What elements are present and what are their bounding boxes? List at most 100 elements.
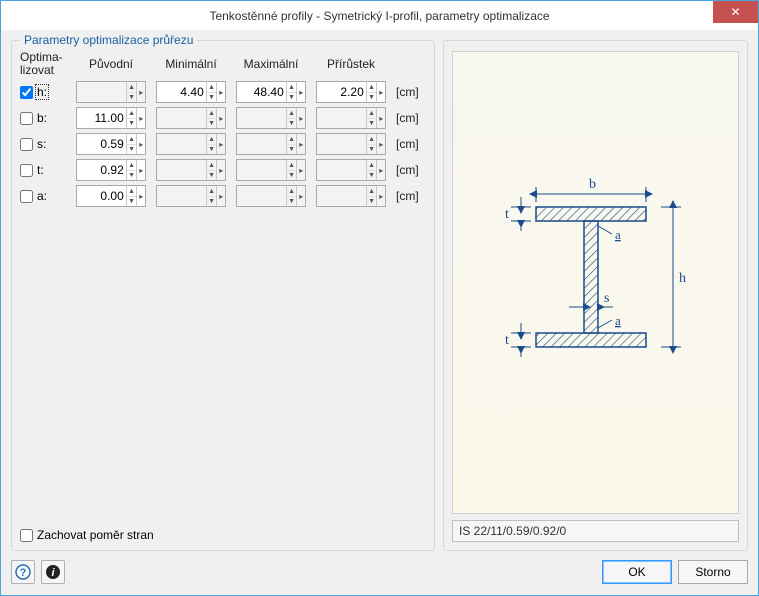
chevron-up-icon[interactable]: ▲	[127, 160, 137, 171]
chevron-up-icon[interactable]: ▲	[207, 82, 217, 93]
chevron-down-icon: ▼	[287, 197, 297, 207]
chevron-down-icon: ▼	[367, 119, 377, 129]
help-button[interactable]: ?	[11, 560, 35, 584]
max-t: ▲ ▼ ▸	[236, 159, 306, 181]
cancel-button[interactable]: Storno	[678, 560, 748, 584]
min-h[interactable]: ▲ ▼ ▸	[156, 81, 226, 103]
step-h-input[interactable]	[317, 82, 366, 102]
original-t-side-button[interactable]: ▸	[136, 160, 145, 180]
max-h-input[interactable]	[237, 82, 286, 102]
original-b-side-button[interactable]: ▸	[136, 108, 145, 128]
checkbox-t[interactable]	[20, 164, 33, 177]
step-s: ▲ ▼ ▸	[316, 133, 386, 155]
original-s-input[interactable]	[77, 134, 126, 154]
max-b-spinner: ▲ ▼	[286, 108, 297, 128]
param-check-a: a:	[20, 189, 66, 203]
original-t-input[interactable]	[77, 160, 126, 180]
params-grid: Optima- lizovat Původní Minimální Maximá…	[20, 51, 426, 207]
chevron-up-icon[interactable]: ▲	[287, 82, 297, 93]
label-a: a:	[36, 189, 48, 203]
max-t-spinner: ▲ ▼	[286, 160, 297, 180]
max-b-input	[237, 108, 286, 128]
client-area: Parametry optimalizace průřezu Optima- l…	[1, 30, 758, 595]
ok-button[interactable]: OK	[602, 560, 672, 584]
step-a: ▲ ▼ ▸	[316, 185, 386, 207]
original-b-spinner[interactable]: ▲ ▼	[126, 108, 137, 128]
unit-h: [cm]	[396, 85, 426, 99]
original-a-side-button[interactable]: ▸	[136, 186, 145, 206]
checkbox-a[interactable]	[20, 190, 33, 203]
chevron-up-icon[interactable]: ▲	[127, 108, 137, 119]
min-t-spinner: ▲ ▼	[206, 160, 217, 180]
min-s-input	[157, 134, 206, 154]
params-panel: Parametry optimalizace průřezu Optima- l…	[11, 40, 435, 551]
max-h[interactable]: ▲ ▼ ▸	[236, 81, 306, 103]
min-h-spinner[interactable]: ▲ ▼	[206, 82, 217, 102]
chevron-down-icon[interactable]: ▼	[127, 171, 137, 181]
diagram-area: b h t	[452, 51, 739, 514]
checkbox-s[interactable]	[20, 138, 33, 151]
chevron-down-icon[interactable]: ▼	[127, 197, 137, 207]
chevron-up-icon: ▲	[207, 160, 217, 171]
close-icon: ✕	[730, 5, 740, 19]
original-a-spinner[interactable]: ▲ ▼	[126, 186, 137, 206]
step-h-side-button[interactable]: ▸	[376, 82, 385, 102]
original-t-spinner[interactable]: ▲ ▼	[126, 160, 137, 180]
original-a-input[interactable]	[77, 186, 126, 206]
param-check-h: h:	[20, 85, 66, 99]
step-h[interactable]: ▲ ▼ ▸	[316, 81, 386, 103]
original-t[interactable]: ▲ ▼ ▸	[76, 159, 146, 181]
label-h: h:	[36, 85, 48, 99]
checkbox-b[interactable]	[20, 112, 33, 125]
chevron-up-icon[interactable]: ▲	[127, 186, 137, 197]
chevron-up-icon: ▲	[367, 108, 377, 119]
chevron-up-icon: ▲	[287, 160, 297, 171]
original-h: ▲ ▼ ▸	[76, 81, 146, 103]
chevron-down-icon: ▼	[367, 197, 377, 207]
min-s: ▲ ▼ ▸	[156, 133, 226, 155]
chevron-up-icon[interactable]: ▲	[127, 134, 137, 145]
max-h-spinner[interactable]: ▲ ▼	[286, 82, 297, 102]
original-s[interactable]: ▲ ▼ ▸	[76, 133, 146, 155]
checkbox-h[interactable]	[20, 86, 33, 99]
max-a-input	[237, 186, 286, 206]
step-h-spinner[interactable]: ▲ ▼	[366, 82, 377, 102]
params-legend: Parametry optimalizace průřezu	[20, 33, 197, 47]
original-s-side-button[interactable]: ▸	[136, 134, 145, 154]
min-h-side-button[interactable]: ▸	[216, 82, 225, 102]
titlebar: Tenkostěnné profily - Symetrický I-profi…	[1, 1, 758, 30]
col-header-original: Původní	[76, 57, 146, 71]
chevron-down-icon[interactable]: ▼	[367, 93, 377, 103]
dim-label-a-bot: a	[615, 313, 621, 328]
original-s-spinner[interactable]: ▲ ▼	[126, 134, 137, 154]
info-button[interactable]: i	[41, 560, 65, 584]
min-s-spinner: ▲ ▼	[206, 134, 217, 154]
chevron-down-icon[interactable]: ▼	[127, 145, 137, 155]
window-title: Tenkostěnné profily - Symetrický I-profi…	[1, 9, 758, 23]
label-t: t:	[36, 163, 45, 177]
keep-ratio-checkbox[interactable]	[20, 529, 33, 542]
chevron-down-icon: ▼	[287, 171, 297, 181]
min-t-side-button: ▸	[216, 160, 225, 180]
min-h-input[interactable]	[157, 82, 206, 102]
chevron-up-icon: ▲	[207, 186, 217, 197]
original-b-input[interactable]	[77, 108, 126, 128]
chevron-down-icon[interactable]: ▼	[207, 93, 217, 103]
step-s-side-button: ▸	[376, 134, 385, 154]
profile-diagram: b h t	[481, 162, 711, 392]
original-a[interactable]: ▲ ▼ ▸	[76, 185, 146, 207]
max-s-spinner: ▲ ▼	[286, 134, 297, 154]
step-b-side-button: ▸	[376, 108, 385, 128]
min-s-side-button: ▸	[216, 134, 225, 154]
original-b[interactable]: ▲ ▼ ▸	[76, 107, 146, 129]
chevron-down-icon[interactable]: ▼	[287, 93, 297, 103]
min-b-input	[157, 108, 206, 128]
close-button[interactable]: ✕	[713, 1, 758, 23]
app-window: Tenkostěnné profily - Symetrický I-profi…	[0, 0, 759, 596]
step-a-side-button: ▸	[376, 186, 385, 206]
chevron-up-icon: ▲	[127, 82, 137, 93]
chevron-down-icon[interactable]: ▼	[127, 119, 137, 129]
max-h-side-button[interactable]: ▸	[296, 82, 305, 102]
chevron-up-icon[interactable]: ▲	[367, 82, 377, 93]
unit-a: [cm]	[396, 189, 426, 203]
